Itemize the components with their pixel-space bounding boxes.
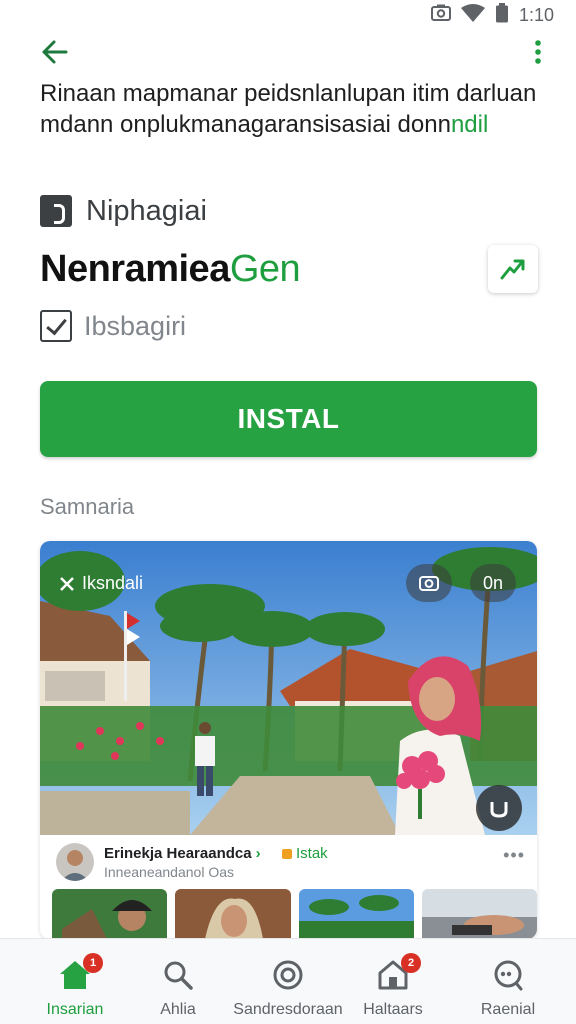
more-vert-icon bbox=[535, 40, 541, 64]
post-subtitle: Inneaneandanol Oas bbox=[104, 864, 234, 880]
section-label: Samnaria bbox=[40, 494, 135, 519]
app-description: Rinaan mapmanar peidsnlanlupan itim darl… bbox=[40, 78, 540, 140]
nav-label: Raenial bbox=[480, 1001, 536, 1018]
media-overlay-text: Iksndali bbox=[82, 573, 144, 593]
post-tag-label: Istak bbox=[296, 845, 328, 862]
app-title-text: Nenramiea bbox=[40, 248, 230, 290]
post-more-button[interactable]: ••• bbox=[503, 845, 525, 866]
discover-icon bbox=[270, 957, 306, 993]
wifi-icon bbox=[460, 4, 485, 27]
app-title-accent: Gen bbox=[229, 248, 301, 290]
bottom-navigation: 1 Insarian Ahlia Sandresdoraan 2 Haltaar… bbox=[0, 938, 576, 1024]
post-author-name: Erinekja Hearaandca bbox=[104, 845, 252, 862]
media-camera-button[interactable] bbox=[406, 564, 452, 602]
nav-label: Sandresdoraan bbox=[233, 1001, 343, 1018]
more-options-button[interactable] bbox=[526, 34, 550, 70]
share-icon bbox=[500, 259, 525, 280]
nav-badge: 2 bbox=[401, 953, 421, 973]
post-author: Erinekja Hearaandca › bbox=[104, 845, 261, 862]
nav-item-store[interactable]: 2 Haltaars bbox=[350, 939, 436, 1024]
media-toggle-button[interactable]: 0n bbox=[470, 564, 516, 602]
developer-name: Niphagiai bbox=[86, 194, 207, 227]
nav-item-chat[interactable]: Raenial bbox=[466, 939, 550, 1024]
description-accent: ndil bbox=[450, 111, 489, 138]
back-button[interactable] bbox=[36, 34, 72, 70]
chevron-right-icon: › bbox=[255, 845, 261, 862]
nav-item-search[interactable]: Ahlia bbox=[138, 939, 218, 1024]
nav-label: Ahlia bbox=[160, 1001, 196, 1018]
store-icon: 2 bbox=[375, 953, 421, 993]
app-title: NenramieaGen bbox=[40, 248, 301, 291]
nav-label: Haltaars bbox=[363, 1001, 423, 1018]
thumbnail[interactable] bbox=[298, 889, 414, 939]
video-button[interactable] bbox=[476, 785, 522, 831]
thumbnail[interactable] bbox=[175, 889, 291, 939]
home-icon: 1 bbox=[57, 953, 103, 993]
developer-icon bbox=[40, 195, 72, 227]
avatar bbox=[56, 843, 94, 881]
arrow-back-icon bbox=[42, 40, 68, 64]
tag-icon bbox=[282, 848, 292, 859]
share-button[interactable] bbox=[488, 245, 538, 293]
checkbox[interactable] bbox=[40, 310, 72, 342]
close-icon[interactable] bbox=[60, 576, 74, 591]
thumbnail[interactable] bbox=[421, 889, 537, 939]
camera-icon bbox=[419, 576, 439, 591]
install-button[interactable]: INSTAL bbox=[40, 381, 537, 457]
search-icon bbox=[160, 957, 196, 993]
developer-row[interactable]: Niphagiai bbox=[40, 193, 207, 229]
top-app-bar bbox=[0, 30, 576, 74]
post-row[interactable]: Erinekja Hearaandca › Istak Inneaneandano… bbox=[40, 839, 537, 887]
nav-item-home[interactable]: 1 Insarian bbox=[30, 939, 120, 1024]
thumbnail[interactable] bbox=[52, 889, 168, 939]
thumbnail-strip bbox=[52, 889, 537, 939]
camera-status-icon bbox=[430, 4, 451, 27]
battery-icon bbox=[495, 3, 509, 28]
status-bar: 1:10 bbox=[0, 0, 576, 26]
checkbox-label: Ibsbagiri bbox=[84, 310, 187, 341]
checkbox-row: Ibsbagiri bbox=[40, 309, 186, 343]
nav-badge: 1 bbox=[83, 953, 103, 973]
chat-icon bbox=[490, 957, 526, 993]
media-card: Iksndali 0n Erinekja Hearaandca › Istak I… bbox=[40, 541, 537, 939]
status-icons: 1:10 bbox=[430, 3, 554, 28]
status-time: 1:10 bbox=[518, 5, 554, 25]
nav-label: Insarian bbox=[46, 1001, 104, 1018]
post-tag[interactable]: Istak bbox=[282, 845, 328, 862]
video-icon bbox=[490, 802, 508, 818]
nav-item-discover[interactable]: Sandresdoraan bbox=[228, 939, 348, 1024]
media-overlay-label: Iksndali bbox=[60, 573, 143, 594]
